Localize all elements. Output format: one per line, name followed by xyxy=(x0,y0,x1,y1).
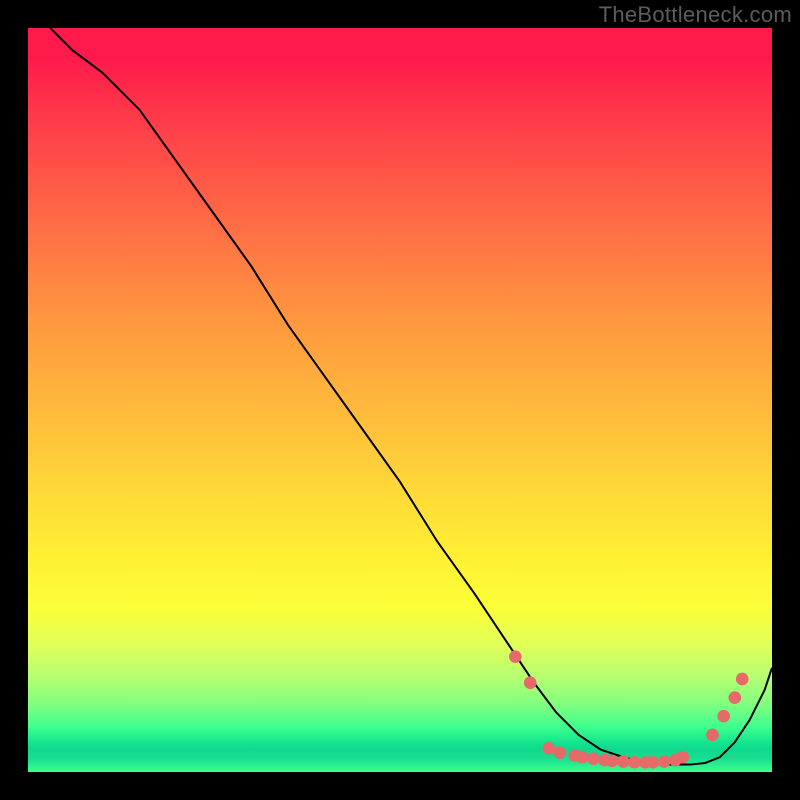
marker-dot xyxy=(717,710,730,723)
marker-dot xyxy=(658,755,671,768)
watermark-text: TheBottleneck.com xyxy=(599,2,792,28)
marker-dot xyxy=(617,755,630,768)
plot-area xyxy=(28,28,772,772)
marker-dot xyxy=(554,746,567,759)
marker-dot xyxy=(676,751,689,764)
marker-dot xyxy=(509,650,522,663)
marker-dot xyxy=(706,728,719,741)
marker-dot xyxy=(736,673,749,686)
marker-dot xyxy=(728,691,741,704)
marker-dot xyxy=(647,756,660,769)
marker-dot xyxy=(606,755,619,768)
marker-dot xyxy=(587,752,600,765)
chart-svg xyxy=(28,28,772,772)
curve-line xyxy=(50,28,772,765)
marker-dot xyxy=(576,751,589,764)
marker-dot xyxy=(542,742,555,755)
marker-dot xyxy=(524,676,537,689)
highlight-markers xyxy=(509,650,749,768)
chart-frame: TheBottleneck.com xyxy=(0,0,800,800)
marker-dot xyxy=(628,756,641,769)
